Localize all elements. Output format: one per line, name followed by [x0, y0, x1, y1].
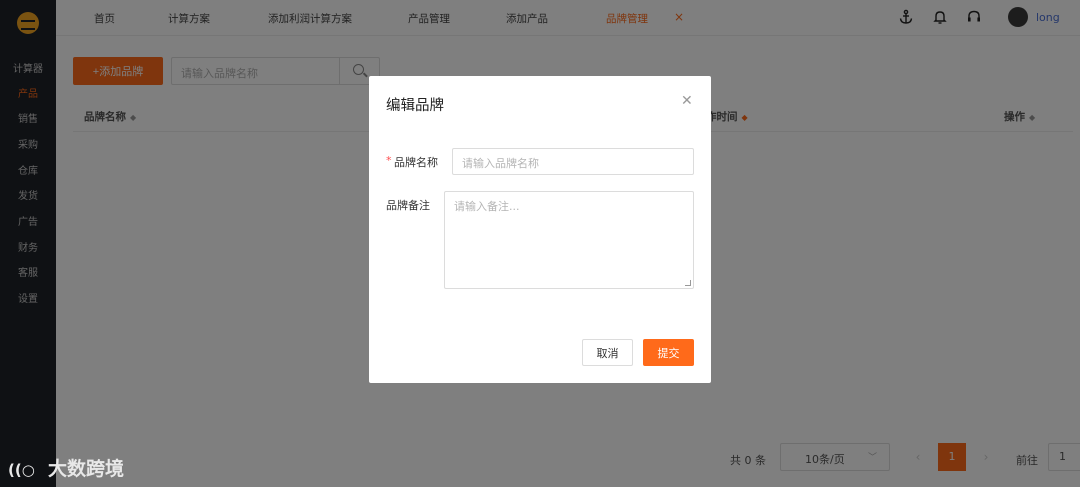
brand-name-field[interactable]: 请输入品牌名称: [452, 148, 694, 175]
close-icon[interactable]: ✕: [681, 93, 693, 109]
brand-name-placeholder: 请输入品牌名称: [462, 157, 539, 170]
required-marker: *: [386, 154, 392, 167]
brand-note-label: 品牌备注: [386, 199, 430, 212]
dialog-title: 编辑品牌: [386, 98, 444, 114]
watermark-text: 大数跨境: [48, 458, 125, 480]
edit-brand-dialog: 编辑品牌 ✕ * 品牌名称 请输入品牌名称 品牌备注 请输入备注... 取消 提…: [369, 76, 711, 383]
brand-note-field[interactable]: 请输入备注...: [444, 191, 694, 289]
cancel-button[interactable]: 取消: [582, 339, 633, 366]
submit-button[interactable]: 提交: [643, 339, 694, 366]
watermark-logo-icon: ((○: [8, 461, 35, 479]
brand-note-placeholder: 请输入备注...: [454, 200, 520, 213]
watermark: ((○ 大数跨境: [8, 454, 124, 481]
resize-handle-icon[interactable]: [685, 280, 691, 286]
brand-name-label: 品牌名称: [394, 156, 438, 169]
